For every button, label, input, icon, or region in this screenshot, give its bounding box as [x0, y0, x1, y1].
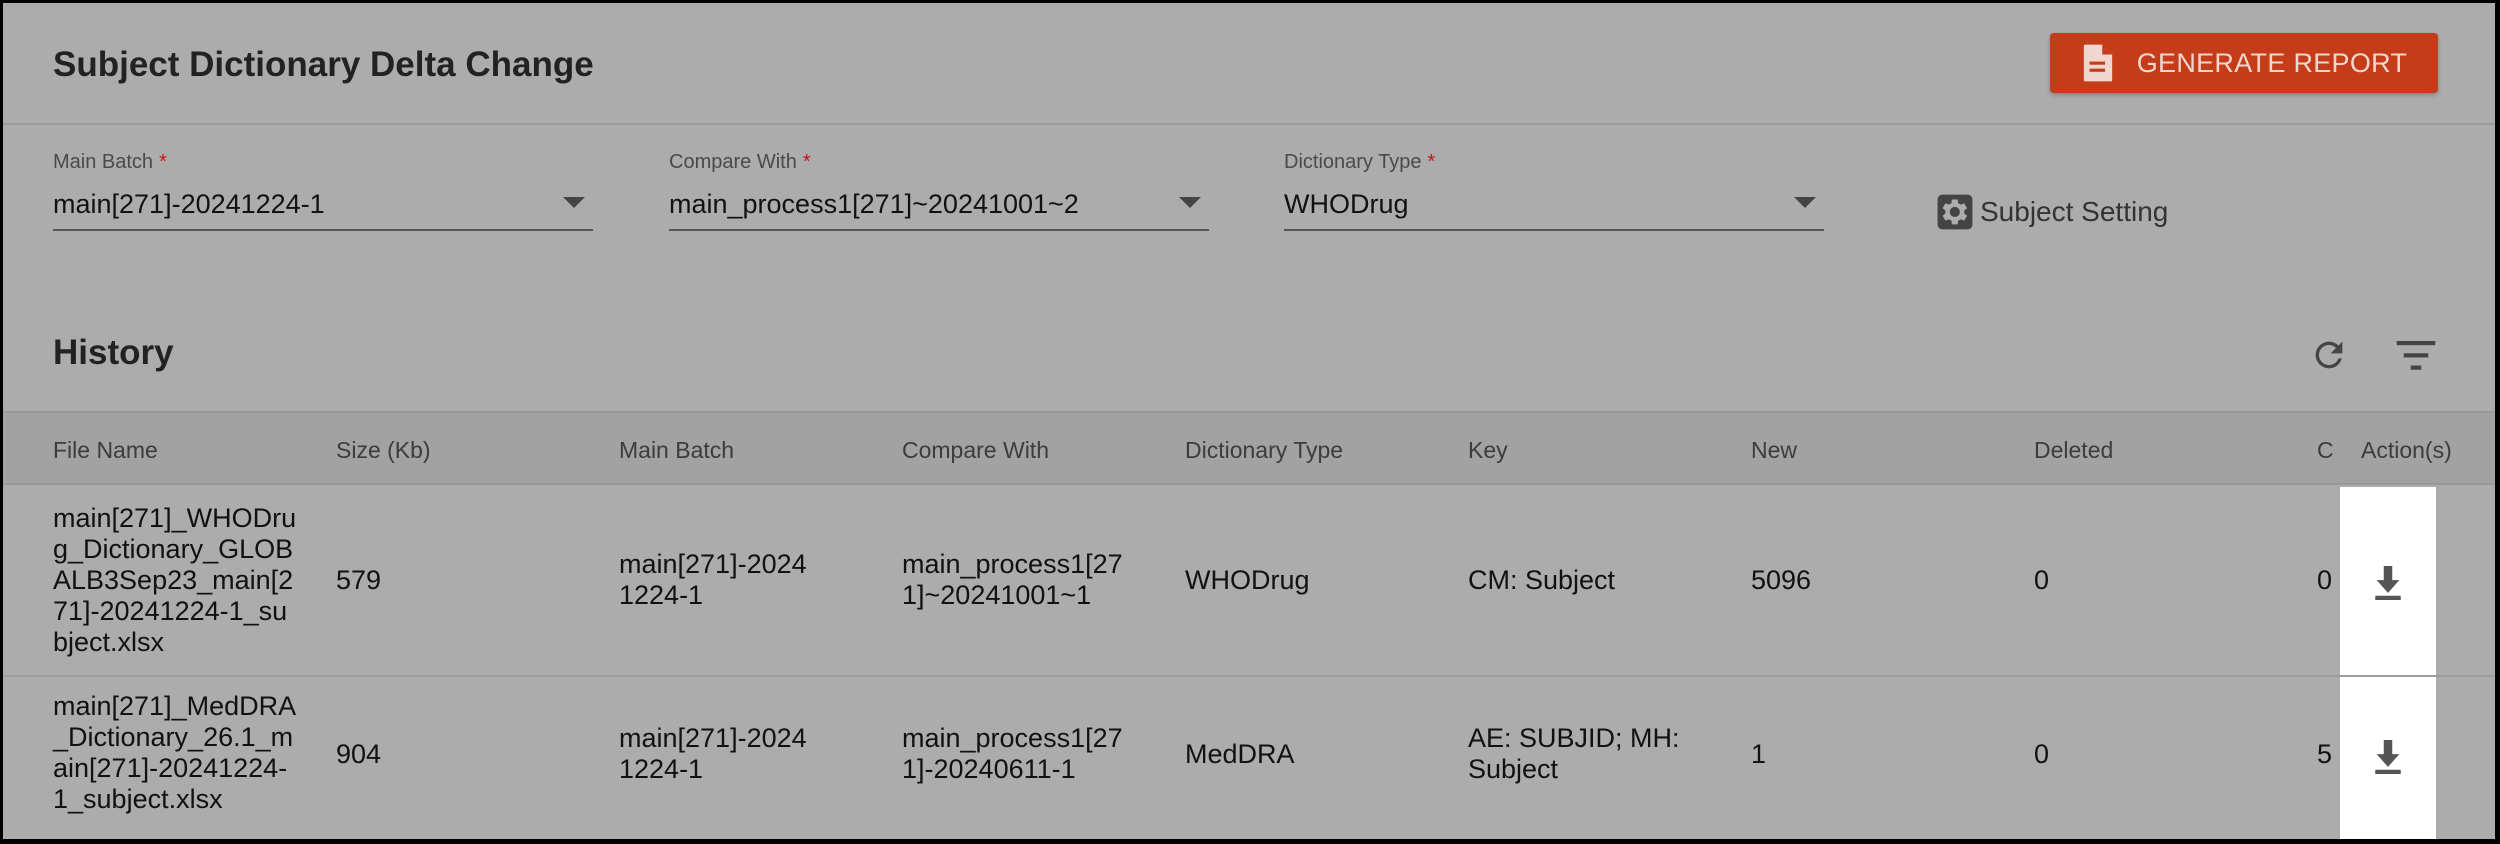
subject-setting-button[interactable]: Subject Setting — [1936, 193, 2168, 231]
col-main-batch[interactable]: Main Batch — [619, 437, 734, 464]
history-title: History — [53, 333, 174, 372]
field-underline — [53, 229, 593, 231]
dictionary-type-select[interactable]: Dictionary Type * WHODrug — [1284, 151, 1824, 231]
download-icon[interactable] — [2371, 737, 2405, 777]
dictionary-type-value: WHODrug — [1284, 189, 1409, 219]
chevron-down-icon[interactable] — [563, 197, 585, 208]
file-name-cell: main[271]_MedDRA_Dictionary_26.1_main[27… — [53, 691, 297, 814]
main-batch-value: main[271]-20241224-1 — [53, 189, 325, 219]
page-title: Subject Dictionary Delta Change — [53, 45, 594, 84]
dictionary-type-cell: MedDRA — [1185, 739, 1295, 769]
dictionary-type-label: Dictionary Type * — [1284, 151, 1436, 173]
filter-icon[interactable] — [2395, 337, 2437, 373]
download-icon[interactable] — [2371, 563, 2405, 603]
header-divider — [3, 123, 2495, 125]
col-compare-with[interactable]: Compare With — [902, 437, 1049, 464]
table-header: File Name Size (Kb) Main Batch Compare W… — [3, 411, 2495, 485]
document-icon — [2083, 44, 2112, 82]
col-key[interactable]: Key — [1468, 437, 1508, 464]
main-batch-cell: main[271]-20241224-1 — [619, 723, 807, 784]
compare-with-value: main_process1[271]~20241001~2 — [669, 189, 1079, 219]
compare-with-cell: main_process1[271]-20240611-1 — [902, 723, 1123, 784]
key-cell: AE: SUBJID; MH: Subject — [1468, 723, 1680, 784]
size-cell: 579 — [336, 565, 382, 595]
col-dictionary-type[interactable]: Dictionary Type — [1185, 437, 1343, 464]
size-cell: 904 — [336, 739, 382, 769]
new-cell: 1 — [1751, 739, 1767, 769]
col-file-name[interactable]: File Name — [53, 437, 158, 464]
col-size[interactable]: Size (Kb) — [336, 437, 431, 464]
generate-report-button[interactable]: GENERATE REPORT — [2050, 33, 2438, 93]
generate-report-label: GENERATE REPORT — [2136, 47, 2408, 78]
col-deleted[interactable]: Deleted — [2034, 437, 2113, 464]
chevron-down-icon[interactable] — [1794, 197, 1816, 208]
main-batch-select[interactable]: Main Batch * main[271]-20241224-1 — [53, 151, 593, 231]
changed-cell: 0 — [2317, 565, 2333, 595]
chevron-down-icon[interactable] — [1179, 197, 1201, 208]
table-row: main[271]_MedDRA_Dictionary_26.1_main[27… — [3, 677, 2495, 839]
gear-icon — [1937, 194, 1973, 230]
deleted-cell: 0 — [2034, 565, 2050, 595]
field-underline — [669, 229, 1209, 231]
app-frame: Subject Dictionary Delta Change GENERATE… — [3, 3, 2495, 839]
table-row: main[271]_WHODrug_Dictionary_GLOBALB3Sep… — [3, 487, 2495, 677]
compare-with-label: Compare With * — [669, 151, 811, 173]
dictionary-type-cell: WHODrug — [1185, 565, 1310, 595]
col-changed[interactable]: Cl — [2317, 437, 2333, 464]
key-cell: CM: Subject — [1468, 565, 1616, 595]
new-cell: 5096 — [1751, 565, 1812, 595]
col-actions: Action(s) — [2361, 437, 2452, 463]
subject-setting-label: Subject Setting — [1980, 196, 2169, 227]
field-underline — [1284, 229, 1824, 231]
main-batch-label: Main Batch * — [53, 151, 167, 173]
file-name-cell: main[271]_WHODrug_Dictionary_GLOBALB3Sep… — [53, 503, 297, 657]
compare-with-select[interactable]: Compare With * main_process1[271]~2024100… — [669, 151, 1209, 231]
deleted-cell: 0 — [2034, 739, 2050, 769]
refresh-icon[interactable] — [2309, 335, 2349, 375]
main-batch-cell: main[271]-20241224-1 — [619, 549, 807, 610]
col-new[interactable]: New — [1751, 437, 1797, 464]
changed-cell: 5 — [2317, 739, 2333, 769]
compare-with-cell: main_process1[271]~20241001~1 — [902, 549, 1123, 610]
